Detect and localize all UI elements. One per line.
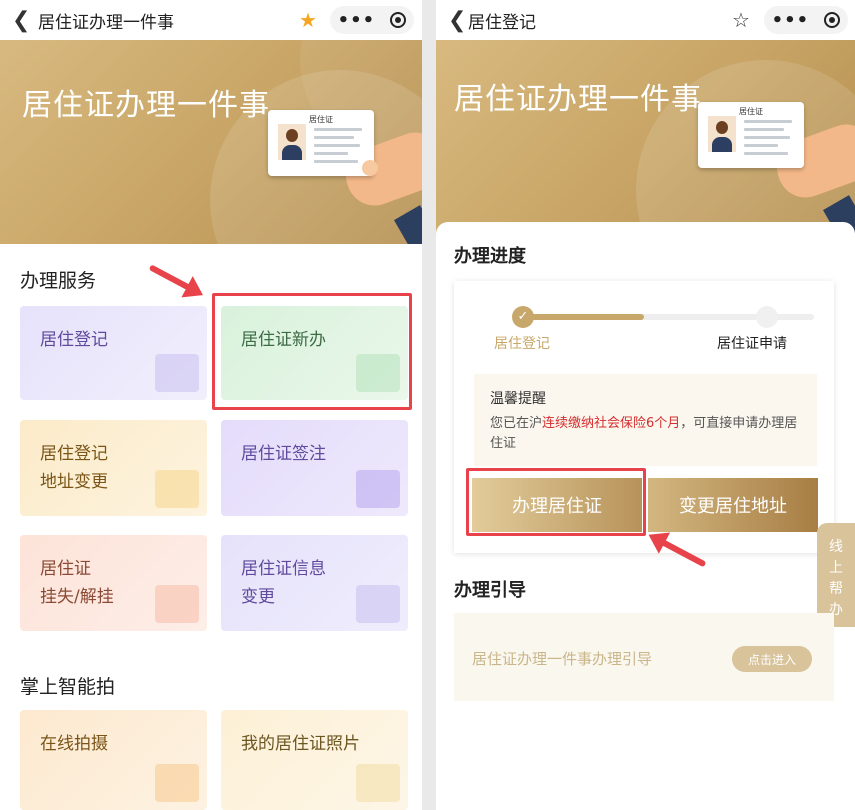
tile-report-loss[interactable]: 居住证 挂失/解挂 [20, 535, 207, 631]
capsule-menu: ••• [764, 6, 848, 34]
edit-icon [356, 470, 400, 508]
tile-residence-registration[interactable]: 居住登记 [20, 306, 207, 400]
hero-banner: 居住证办理一件事 居住证 [436, 40, 855, 240]
tile-info-change[interactable]: 居住证信息 变更 [221, 535, 408, 631]
highlight-box [466, 468, 646, 536]
tile-online-photo[interactable]: 在线拍摄 [20, 710, 207, 810]
portrait-icon [708, 116, 736, 152]
notice-box: 温馨提醒 您已在沪连续缴纳社会保险6个月，可直接申请办理居住证 [474, 374, 817, 466]
annotation-arrow [148, 264, 193, 292]
progress-section-title: 办理进度 [454, 246, 526, 267]
smart-photo-section-title: 掌上智能拍 [20, 676, 116, 698]
online-help-tab[interactable]: 线上帮办 [817, 523, 855, 627]
progress-fill [524, 314, 644, 320]
hero-banner: 居住证办理一件事 居住证 [0, 40, 422, 244]
more-dots-icon[interactable]: ••• [338, 10, 376, 31]
favorite-button[interactable]: ☆ [723, 6, 759, 34]
id-card-illustration: 居住证 [698, 102, 804, 168]
tile-label: 居住证 挂失/解挂 [40, 559, 114, 607]
services-section-title: 办理服务 [20, 270, 97, 292]
banner-title: 居住证办理一件事 [454, 82, 702, 117]
tile-my-photos[interactable]: 我的居住证照片 [221, 710, 408, 810]
tile-address-change[interactable]: 居住登记 地址变更 [20, 420, 207, 516]
card-ban-icon [155, 585, 199, 623]
chevron-left-icon[interactable]: ❮ [448, 8, 466, 33]
check-icon: ✓ [512, 306, 534, 328]
guide-item-label: 居住证办理一件事办理引导 [472, 650, 653, 668]
guide-card[interactable]: 居住证办理一件事办理引导 点击进入 [454, 613, 834, 701]
tile-endorsement[interactable]: 居住证签注 [221, 420, 408, 516]
card-refresh-icon [356, 585, 400, 623]
id-card-illustration: 居住证 [268, 110, 374, 176]
document-user-icon [155, 354, 199, 392]
guide-section-title: 办理引导 [454, 580, 526, 601]
nav-bar: ❮ 居住证办理一件事 ★ ••• [0, 0, 422, 40]
page-title: 居住证办理一件事 [38, 12, 174, 33]
tile-label: 居住登记 地址变更 [40, 444, 108, 492]
step-label-2: 居住证申请 [717, 336, 787, 352]
notice-highlight: 连续缴纳社会保险6个月 [542, 416, 681, 431]
notice-text: 您已在沪连续缴纳社会保险6个月，可直接申请办理居住证 [490, 416, 798, 451]
target-icon[interactable] [824, 12, 841, 28]
favorite-button[interactable]: ★ [290, 6, 326, 34]
step-label-1: 居住登记 [494, 336, 550, 352]
nav-bar: ❮ 居住登记 ☆ ••• [436, 0, 855, 40]
star-outline-icon: ☆ [732, 8, 750, 32]
tile-label: 我的居住证照片 [241, 734, 360, 754]
tile-label: 在线拍摄 [40, 734, 108, 754]
change-address-button[interactable]: 变更居住地址 [648, 478, 818, 532]
tile-label: 居住登记 [40, 330, 108, 350]
highlight-box [212, 293, 412, 410]
left-screen: ❮ 居住证办理一件事 ★ ••• 居住证办理一件事 居住证 办理服务 居住登记 [0, 0, 422, 810]
chevron-left-icon[interactable]: ❮ [12, 8, 30, 33]
camera-icon [155, 764, 199, 802]
target-icon[interactable] [390, 12, 407, 28]
tile-label: 居住证签注 [241, 444, 326, 464]
enter-button[interactable]: 点击进入 [732, 646, 812, 672]
notice-title: 温馨提醒 [490, 391, 546, 407]
refresh-document-icon [155, 470, 199, 508]
banner-title: 居住证办理一件事 [22, 88, 270, 123]
capsule-menu: ••• [330, 6, 414, 34]
step-pending-dot [756, 306, 778, 328]
help-tab-label: 线上帮办 [829, 539, 843, 618]
page-title: 居住登记 [468, 12, 536, 33]
more-dots-icon[interactable]: ••• [772, 10, 810, 31]
photo-icon [356, 764, 400, 802]
tile-label: 居住证信息 变更 [241, 559, 326, 607]
star-filled-icon: ★ [299, 8, 317, 32]
portrait-icon [278, 124, 306, 160]
right-screen: ❮ 居住登记 ☆ ••• 居住证办理一件事 居住证 办理进度 ✓ 居住登记 居住… [436, 0, 855, 810]
